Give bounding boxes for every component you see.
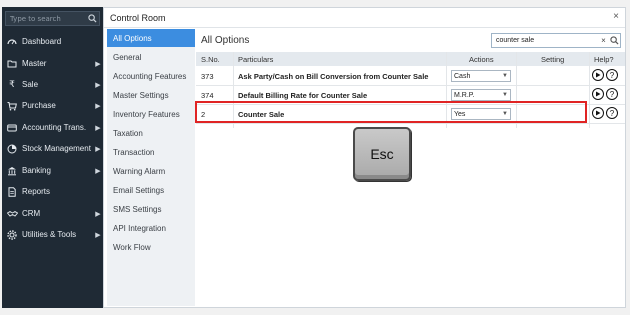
- option-work-flow[interactable]: Work Flow: [107, 238, 195, 256]
- pie-chart-icon: [6, 143, 18, 155]
- column-help: Help?: [594, 55, 614, 64]
- search-icon[interactable]: [608, 35, 620, 47]
- option-api-integration[interactable]: API Integration: [107, 219, 195, 237]
- cart-icon: [6, 100, 18, 112]
- option-taxation[interactable]: Taxation: [107, 124, 195, 142]
- column-actions: Actions: [469, 55, 494, 64]
- sidebar-item-utilities-tools[interactable]: Utilities & Tools ▶: [2, 224, 103, 245]
- chevron-right-icon: ▶: [95, 81, 101, 89]
- sidebar-item-crm[interactable]: CRM ▶: [2, 203, 103, 224]
- chevron-down-icon: ▼: [502, 92, 508, 98]
- chevron-right-icon: ▶: [95, 231, 101, 239]
- chevron-right-icon: ▶: [95, 167, 101, 175]
- option-email-settings[interactable]: Email Settings: [107, 181, 195, 199]
- folder-icon: [6, 58, 18, 70]
- dialog-title: Control Room: [110, 13, 166, 23]
- search-icon[interactable]: [85, 12, 99, 25]
- chevron-right-icon: ▶: [95, 60, 101, 68]
- tools-icon: [6, 229, 18, 241]
- filter-value: counter sale: [496, 37, 535, 44]
- column-sno: S.No.: [201, 55, 220, 64]
- table-header: S.No. Particulars Actions Setting Help?: [196, 52, 625, 66]
- action-select[interactable]: M.R.P. ▼: [451, 89, 511, 101]
- filter-input[interactable]: counter sale ×: [491, 33, 621, 48]
- sidebar-item-label: Dashboard: [22, 37, 62, 46]
- bank-icon: [6, 165, 18, 177]
- sidebar-item-label: Banking: [22, 166, 51, 175]
- help-group: ?: [592, 107, 618, 119]
- sidebar-item-label: Accounting Trans.: [22, 123, 87, 132]
- option-master-settings[interactable]: Master Settings: [107, 86, 195, 104]
- sidebar-item-banking[interactable]: Banking ▶: [2, 160, 103, 181]
- action-select[interactable]: Cash ▼: [451, 70, 511, 82]
- sidebar-item-label: Utilities & Tools: [22, 230, 77, 239]
- option-transaction[interactable]: Transaction: [107, 143, 195, 161]
- sidebar-item-stock-management[interactable]: Stock Management ▶: [2, 138, 103, 159]
- action-value: Cash: [454, 72, 471, 80]
- option-sms-settings[interactable]: SMS Settings: [107, 200, 195, 218]
- sidebar-item-master[interactable]: Master ▶: [2, 53, 103, 74]
- handshake-icon: [6, 208, 18, 220]
- option-general[interactable]: General: [107, 48, 195, 66]
- sidebar-search-placeholder: Type to search: [10, 14, 61, 23]
- esc-key-graphic: Esc: [353, 127, 411, 181]
- dashboard-icon: [6, 36, 18, 48]
- close-icon[interactable]: ×: [613, 11, 619, 22]
- sidebar-item-label: Reports: [22, 187, 51, 196]
- dialog-header: Control Room ×: [104, 8, 625, 28]
- rupee-icon: ₹: [9, 79, 15, 89]
- option-accounting-features[interactable]: Accounting Features: [107, 67, 195, 85]
- clear-icon[interactable]: ×: [599, 36, 608, 45]
- row-sno: 374: [201, 91, 214, 100]
- bank-card-icon: [6, 122, 18, 134]
- options-list: All Options General Accounting Features …: [107, 29, 195, 306]
- chevron-right-icon: ▶: [95, 124, 101, 132]
- option-inventory-features[interactable]: Inventory Features: [107, 105, 195, 123]
- chevron-right-icon: ▶: [95, 102, 101, 110]
- chevron-right-icon: ▶: [95, 210, 101, 218]
- content-title: All Options: [201, 35, 250, 46]
- row-sno: 373: [201, 72, 214, 81]
- sidebar-search-input[interactable]: Type to search: [5, 11, 100, 26]
- sidebar-item-label: Purchase: [22, 101, 56, 110]
- document-icon: [6, 186, 18, 198]
- sidebar-item-label: Master: [22, 59, 47, 68]
- help-group: ?: [592, 69, 618, 81]
- sidebar-item-label: CRM: [22, 209, 41, 218]
- help-group: ?: [592, 88, 618, 100]
- help-icon[interactable]: ?: [606, 88, 618, 100]
- row-particulars: Default Billing Rate for Counter Sale: [238, 91, 368, 100]
- option-warning-alarm[interactable]: Warning Alarm: [107, 162, 195, 180]
- sidebar-item-label: Sale: [22, 80, 39, 89]
- row-highlight-box: [195, 101, 587, 123]
- column-particulars: Particulars: [238, 55, 274, 64]
- help-icon[interactable]: ?: [606, 107, 618, 119]
- row-particulars: Ask Party/Cash on Bill Conversion from C…: [238, 72, 429, 81]
- play-video-icon[interactable]: [592, 88, 604, 100]
- play-video-icon[interactable]: [592, 107, 604, 119]
- play-video-icon[interactable]: [592, 69, 604, 81]
- option-all-options[interactable]: All Options: [107, 29, 195, 47]
- sidebar-item-accounting-trans[interactable]: Accounting Trans. ▶: [2, 117, 103, 138]
- sidebar-item-sale[interactable]: ₹ Sale ▶: [2, 74, 103, 95]
- sidebar-item-purchase[interactable]: Purchase ▶: [2, 95, 103, 116]
- sidebar-item-dashboard[interactable]: Dashboard: [2, 31, 103, 52]
- app-frame: Type to search Dashboard Master ▶ ₹ Sale…: [0, 0, 630, 315]
- sidebar-item-reports[interactable]: Reports: [2, 181, 103, 202]
- action-value: M.R.P.: [454, 91, 475, 99]
- chevron-right-icon: ▶: [95, 145, 101, 153]
- table-row: 373 Ask Party/Cash on Bill Conversion fr…: [196, 67, 625, 86]
- help-icon[interactable]: ?: [606, 69, 618, 81]
- column-setting: Setting: [541, 55, 565, 64]
- sidebar-item-label: Stock Management: [22, 144, 91, 153]
- chevron-down-icon: ▼: [502, 73, 508, 79]
- sidebar: Type to search Dashboard Master ▶ ₹ Sale…: [2, 7, 103, 308]
